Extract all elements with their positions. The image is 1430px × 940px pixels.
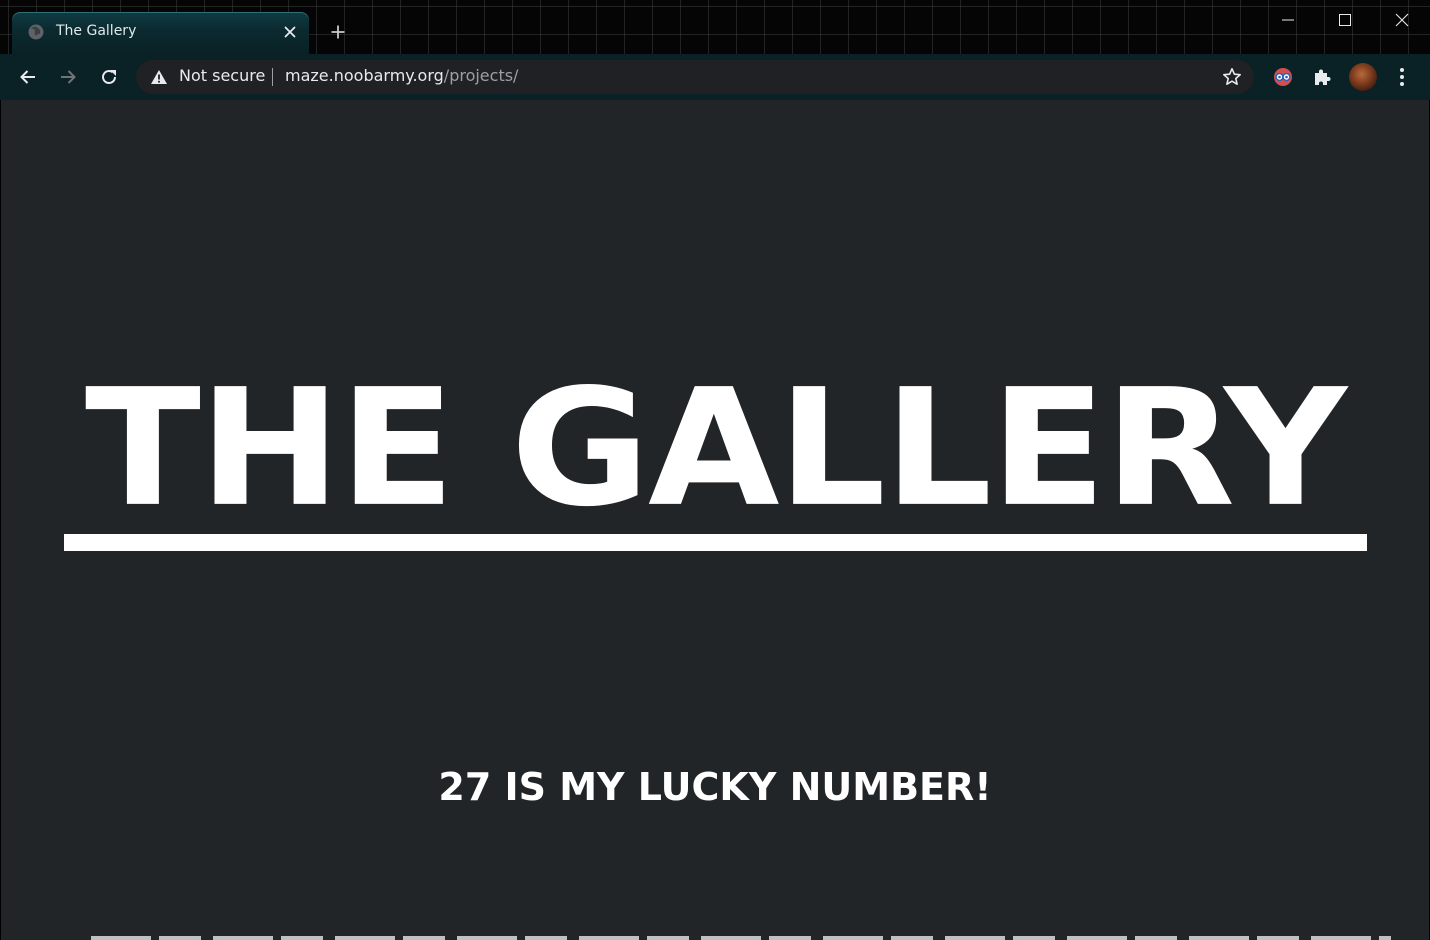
- tab-close-button[interactable]: [280, 22, 300, 42]
- warning-icon: [151, 70, 167, 84]
- address-bar[interactable]: Not secure maze.noobarmy.org/projects/: [136, 60, 1254, 94]
- maximize-button[interactable]: [1316, 0, 1373, 40]
- tab-the-gallery[interactable]: The Gallery: [12, 12, 309, 54]
- browser-menu-button[interactable]: [1388, 63, 1416, 91]
- browser-window: The Gallery Not secure maze.noobarmy.org…: [0, 0, 1430, 940]
- url-text[interactable]: maze.noobarmy.org/projects/: [285, 66, 518, 85]
- star-icon[interactable]: [1222, 67, 1242, 87]
- minimize-button[interactable]: [1259, 0, 1316, 40]
- arrow-left-icon: [20, 70, 35, 84]
- reload-button[interactable]: [94, 62, 124, 92]
- goggles-extension-button[interactable]: [1269, 63, 1297, 91]
- plus-icon: [331, 25, 345, 39]
- back-button[interactable]: [13, 62, 43, 92]
- profile-avatar[interactable]: [1349, 63, 1377, 91]
- tab-title: The Gallery: [56, 23, 137, 39]
- kebab-menu-icon: [1400, 68, 1404, 86]
- tab-strip: The Gallery: [0, 0, 1430, 54]
- page-title: THE GALLERY: [84, 354, 1347, 543]
- omnibox-divider: [272, 68, 273, 86]
- extensions-button[interactable]: [1308, 63, 1336, 91]
- new-tab-button[interactable]: [326, 20, 350, 44]
- arrow-right-icon: [61, 70, 76, 84]
- title-underline: [64, 534, 1367, 551]
- close-icon: [284, 26, 296, 38]
- page-content: THE GALLERY 27 IS MY LUCKY NUMBER!: [1, 100, 1429, 940]
- maximize-icon: [1338, 14, 1351, 26]
- puzzle-icon: [1315, 69, 1331, 85]
- tagline: 27 IS MY LUCKY NUMBER!: [438, 765, 992, 809]
- globe-icon: [28, 24, 44, 40]
- close-icon: [1395, 13, 1408, 27]
- close-window-button[interactable]: [1373, 0, 1430, 40]
- url-path: /projects/: [443, 66, 519, 85]
- browser-toolbar: Not secure maze.noobarmy.org/projects/: [0, 54, 1430, 100]
- forward-button[interactable]: [53, 62, 83, 92]
- url-host: maze.noobarmy.org: [285, 66, 444, 85]
- reload-icon: [102, 70, 116, 84]
- goggles-extension-icon: [1274, 68, 1292, 86]
- minimize-icon: [1281, 19, 1294, 21]
- window-controls: [1259, 0, 1430, 40]
- partially-visible-content: [91, 936, 1391, 940]
- security-status[interactable]: Not secure: [179, 66, 265, 85]
